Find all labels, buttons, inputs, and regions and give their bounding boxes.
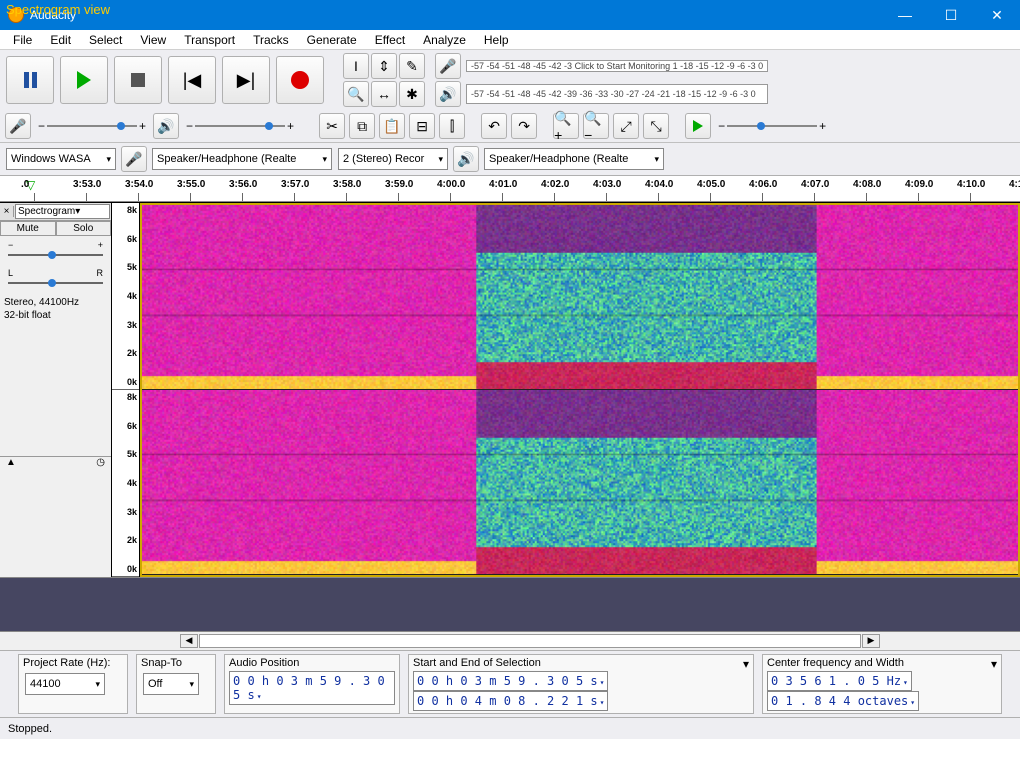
timeshift-tool-icon[interactable]: ↔ bbox=[371, 81, 397, 107]
menu-view[interactable]: View bbox=[131, 31, 175, 49]
speaker-device-icon: 🔊 bbox=[453, 146, 479, 172]
track-control-panel: × Spectrogram▾ Mute Solo −+ LR Stereo, 4… bbox=[0, 203, 112, 577]
trim-icon[interactable]: ⊟ bbox=[409, 113, 435, 139]
menu-edit[interactable]: Edit bbox=[41, 31, 80, 49]
menu-transport[interactable]: Transport bbox=[175, 31, 244, 49]
playback-meter[interactable]: L-57 -54 -51 -48 -45 -42 -39 -36 -33 -30… bbox=[466, 84, 768, 104]
multi-tool-icon[interactable]: ✱ bbox=[399, 81, 425, 107]
collapse-icon[interactable]: ▲ bbox=[6, 457, 16, 468]
project-rate-label: Project Rate (Hz): bbox=[23, 657, 123, 669]
play-device-dropdown[interactable]: Speaker/Headphone (Realte bbox=[484, 148, 664, 170]
status-bar: Stopped. bbox=[0, 717, 1020, 739]
menu-effect[interactable]: Effect bbox=[366, 31, 414, 49]
titlebar: Audacity — ☐ ✕ bbox=[0, 0, 1020, 30]
cut-icon[interactable]: ✂ bbox=[319, 113, 345, 139]
selection-start-value[interactable]: 0 0 h 0 3 m 5 9 . 3 0 5 s bbox=[413, 671, 608, 691]
envelope-tool-icon[interactable]: ⇕ bbox=[371, 53, 397, 79]
audio-position-value[interactable]: 0 0 h 0 3 m 5 9 . 3 0 5 s bbox=[229, 671, 395, 705]
snap-dropdown[interactable]: Off bbox=[143, 673, 199, 695]
pan-slider[interactable]: LR bbox=[0, 264, 111, 292]
pause-button[interactable] bbox=[6, 56, 54, 104]
empty-track-space[interactable] bbox=[0, 577, 1020, 632]
selection-label: Start and End of Selection bbox=[413, 657, 541, 669]
play-button[interactable] bbox=[60, 56, 108, 104]
gain-slider[interactable]: −+ bbox=[0, 236, 111, 264]
track-view-dropdown[interactable]: Spectrogram▾ bbox=[15, 204, 110, 219]
timeline-ruler[interactable]: ▽ .03:53.03:54.03:55.03:56.03:57.03:58.0… bbox=[0, 176, 1020, 202]
play-speed-slider[interactable]: −+ bbox=[718, 119, 826, 133]
selection-tool-icon[interactable]: I bbox=[343, 53, 369, 79]
freq-mode-dropdown[interactable]: ▾ bbox=[991, 657, 997, 671]
copy-icon[interactable]: ⧉ bbox=[349, 113, 375, 139]
zoom-tool-icon[interactable]: 🔍 bbox=[343, 81, 369, 107]
silence-icon[interactable]: ⫿ bbox=[439, 113, 465, 139]
zoom-out-icon[interactable]: 🔍− bbox=[583, 113, 609, 139]
fit-selection-icon[interactable]: ⤢ bbox=[613, 113, 639, 139]
selection-end-value[interactable]: 0 0 h 0 4 m 0 8 . 2 2 1 s bbox=[413, 691, 608, 711]
toolbar-area: |◀ ▶| I ⇕ ✎ 🔍 ↔ ✱ 🎤 L-57 -54 -51 -48 -45… bbox=[0, 50, 1020, 176]
rec-volume-slider[interactable]: −+ bbox=[38, 119, 146, 133]
selection-mode-dropdown[interactable]: ▾ bbox=[743, 657, 749, 671]
rec-device-dropdown[interactable]: Speaker/Headphone (Realte bbox=[152, 148, 332, 170]
draw-tool-icon[interactable]: ✎ bbox=[399, 53, 425, 79]
track-area: × Spectrogram▾ Mute Solo −+ LR Stereo, 4… bbox=[0, 202, 1020, 577]
mic-icon[interactable]: 🎤 bbox=[435, 53, 461, 79]
menu-analyze[interactable]: Analyze bbox=[414, 31, 475, 49]
menu-bar: File Edit Select View Transport Tracks G… bbox=[0, 30, 1020, 50]
center-freq-value[interactable]: 0 3 5 6 1 . 0 5 Hz bbox=[767, 671, 912, 691]
mic-device-icon: 🎤 bbox=[121, 146, 147, 172]
spectrogram-display[interactable]: Spectrogram view bbox=[140, 203, 1020, 577]
view-label: Spectrogram view bbox=[6, 2, 110, 17]
clock-icon[interactable]: ◷ bbox=[96, 457, 105, 468]
speaker-icon[interactable]: 🔊 bbox=[435, 81, 461, 107]
selection-toolbar: Project Rate (Hz): 44100 Snap-To Off Aud… bbox=[0, 650, 1020, 717]
snap-label: Snap-To bbox=[141, 657, 211, 669]
skip-start-button[interactable]: |◀ bbox=[168, 56, 216, 104]
paste-icon[interactable]: 📋 bbox=[379, 113, 405, 139]
undo-icon[interactable]: ↶ bbox=[481, 113, 507, 139]
width-value[interactable]: 0 1 . 8 4 4 octaves bbox=[767, 691, 919, 711]
record-button[interactable] bbox=[276, 56, 324, 104]
track-format-info: Stereo, 44100Hz 32-bit float bbox=[0, 292, 111, 326]
menu-tracks[interactable]: Tracks bbox=[244, 31, 298, 49]
skip-end-button[interactable]: ▶| bbox=[222, 56, 270, 104]
mic-volume-icon: 🎤 bbox=[5, 113, 31, 139]
project-rate-dropdown[interactable]: 44100 bbox=[25, 673, 105, 695]
menu-help[interactable]: Help bbox=[475, 31, 518, 49]
zoom-in-icon[interactable]: 🔍+ bbox=[553, 113, 579, 139]
mute-button[interactable]: Mute bbox=[0, 221, 56, 236]
frequency-scale: 8k6k5k4k3k2k0k 8k6k5k4k3k2k0k bbox=[112, 203, 140, 577]
rec-channels-dropdown[interactable]: 2 (Stereo) Recor bbox=[338, 148, 448, 170]
audio-host-dropdown[interactable]: Windows WASA bbox=[6, 148, 116, 170]
minimize-button[interactable]: — bbox=[882, 0, 928, 30]
status-text: Stopped. bbox=[8, 723, 52, 735]
menu-file[interactable]: File bbox=[4, 31, 41, 49]
play-at-speed-icon[interactable] bbox=[685, 113, 711, 139]
track-close-icon[interactable]: × bbox=[0, 206, 14, 217]
close-button[interactable]: ✕ bbox=[974, 0, 1020, 30]
play-volume-slider[interactable]: −+ bbox=[186, 119, 294, 133]
horizontal-scrollbar[interactable]: ◀▶ bbox=[0, 632, 1020, 650]
record-meter[interactable]: L-57 -54 -51 -48 -45 -42 -3 Click to Sta… bbox=[466, 60, 768, 72]
maximize-button[interactable]: ☐ bbox=[928, 0, 974, 30]
freq-label: Center frequency and Width bbox=[767, 657, 904, 669]
audio-position-label: Audio Position bbox=[229, 657, 395, 669]
solo-button[interactable]: Solo bbox=[56, 221, 112, 236]
window-title: Audacity bbox=[30, 8, 882, 22]
play-volume-icon: 🔊 bbox=[153, 113, 179, 139]
fit-project-icon[interactable]: ⤡ bbox=[643, 113, 669, 139]
redo-icon[interactable]: ↷ bbox=[511, 113, 537, 139]
stop-button[interactable] bbox=[114, 56, 162, 104]
menu-generate[interactable]: Generate bbox=[298, 31, 366, 49]
menu-select[interactable]: Select bbox=[80, 31, 131, 49]
